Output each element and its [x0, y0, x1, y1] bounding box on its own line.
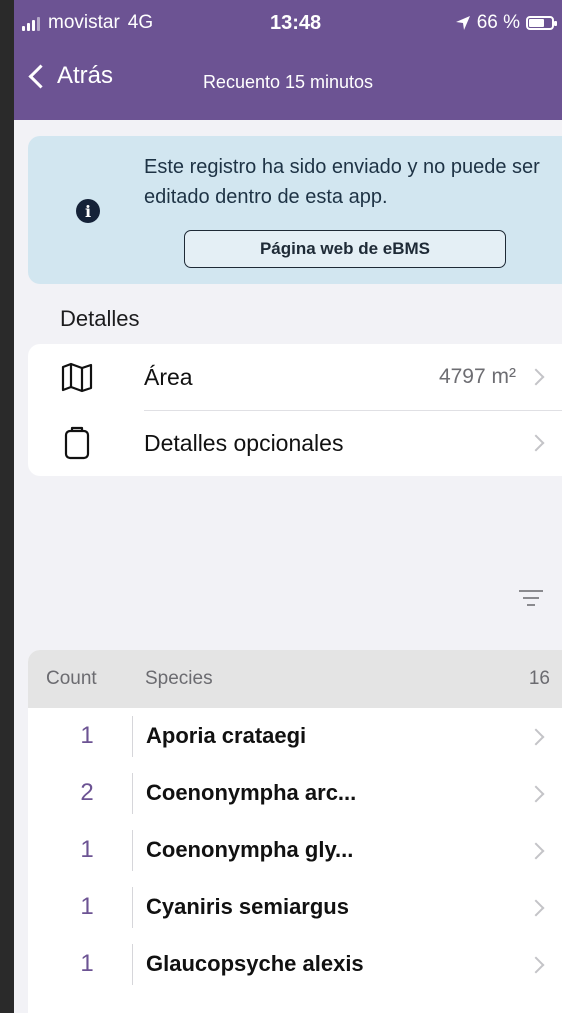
details-row-label: Detalles opcionales	[144, 429, 344, 456]
status-time: 13:48	[270, 12, 322, 34]
chevron-right-icon	[527, 728, 545, 746]
species-list: Count Species 16 1 Aporia crataegi 2 Coe…	[28, 650, 562, 1013]
species-count: 1	[80, 722, 94, 749]
count-column-header: Count	[46, 668, 97, 689]
species-name: Glaucopsyche alexis	[146, 951, 364, 976]
species-row[interactable]: 1 Coenonympha gly...	[28, 822, 562, 879]
clipboard-icon	[64, 426, 90, 460]
network-type: 4G	[127, 12, 154, 33]
species-row[interactable]: 1 Cyaniris semiargus	[28, 879, 562, 936]
divider	[132, 887, 133, 928]
sort-filter-icon[interactable]	[518, 590, 544, 610]
species-name: Cyaniris semiargus	[146, 894, 349, 919]
species-name: Coenonympha gly...	[146, 837, 354, 862]
ebms-website-button[interactable]: Página web de eBMS	[184, 230, 506, 268]
species-row[interactable]: 1 Aporia crataegi	[28, 708, 562, 765]
info-banner: i Este registro ha sido enviado y no pue…	[28, 136, 562, 284]
status-right: 66 %	[455, 12, 557, 34]
species-name: Aporia crataegi	[146, 723, 307, 748]
chevron-right-icon	[527, 785, 545, 803]
species-count: 2	[80, 779, 94, 806]
status-bar: movistar 4G 13:48 66 %	[14, 0, 562, 48]
signal-icon	[22, 15, 40, 31]
details-row-label: Área	[144, 363, 193, 390]
app-screen: movistar 4G 13:48 66 % Atrás Recuento 15…	[14, 0, 562, 1013]
species-row[interactable]: 1 Glaucopsyche alexis	[28, 936, 562, 993]
chevron-right-icon	[527, 956, 545, 974]
details-row-area[interactable]: Área 4797 m²	[28, 344, 562, 411]
species-row[interactable]: 2 Coenonympha arc...	[28, 765, 562, 822]
chevron-right-icon	[527, 899, 545, 917]
info-icon: i	[76, 199, 100, 223]
divider	[132, 773, 133, 814]
carrier-info: movistar 4G	[22, 12, 153, 34]
chevron-right-icon	[527, 842, 545, 860]
chevron-right-icon	[527, 434, 545, 452]
details-card: Área 4797 m² Detalles opcionales	[28, 344, 562, 476]
location-arrow-icon	[455, 16, 470, 30]
battery-icon	[526, 16, 557, 30]
divider	[132, 716, 133, 757]
area-value: 4797 m²	[438, 365, 516, 388]
banner-text: Este registro ha sido enviado y no puede…	[144, 156, 540, 208]
chevron-right-icon	[527, 368, 545, 386]
battery-percent: 66 %	[476, 12, 520, 33]
species-count: 1	[80, 836, 94, 863]
divider	[132, 830, 133, 871]
species-name: Coenonympha arc...	[146, 780, 357, 805]
species-list-header: Count Species 16	[28, 650, 562, 708]
details-row-optional[interactable]: Detalles opcionales	[28, 410, 562, 476]
details-section-title: Detalles	[60, 306, 140, 331]
species-total: 16	[528, 668, 550, 689]
species-column-header: Species	[145, 668, 213, 689]
nav-bar: Atrás Recuento 15 minutos	[14, 48, 562, 120]
species-count: 1	[80, 950, 94, 977]
carrier-name: movistar	[48, 12, 120, 33]
map-icon	[61, 362, 93, 393]
page-title: Recuento 15 minutos	[202, 72, 374, 92]
divider	[132, 944, 133, 985]
species-count: 1	[80, 893, 94, 920]
